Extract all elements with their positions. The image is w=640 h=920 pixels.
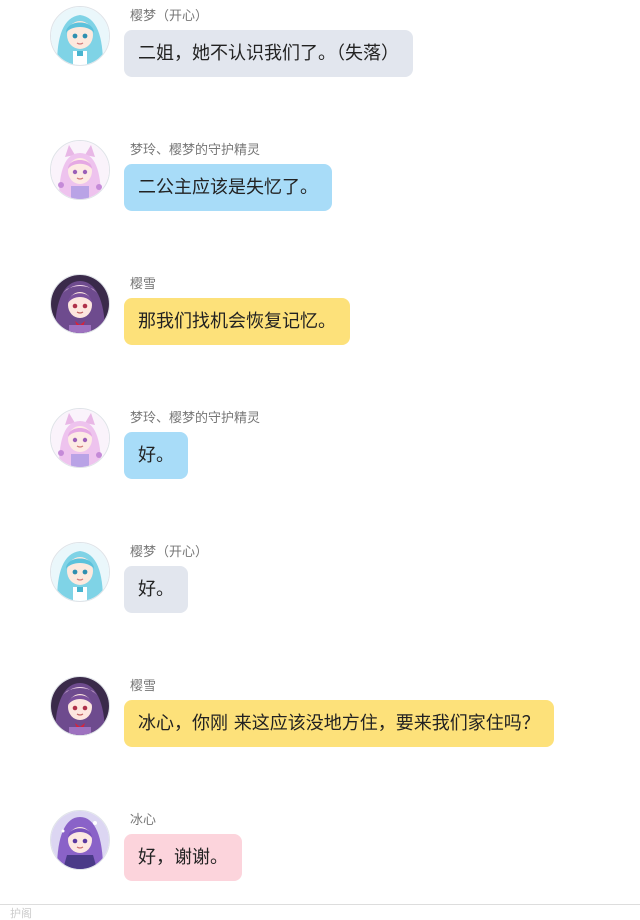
cyan-twin-tail-girl-avatar[interactable] <box>50 6 110 66</box>
speaker-name: 樱雪 <box>130 679 157 694</box>
message-bubble[interactable]: 好。 <box>124 566 188 613</box>
speaker-name: 梦玲、樱梦的守护精灵 <box>130 143 261 158</box>
pink-cat-ear-girl-avatar[interactable] <box>50 408 110 468</box>
pink-cat-ear-girl-avatar[interactable] <box>50 140 110 200</box>
purple-hair-girl-avatar[interactable] <box>50 274 110 334</box>
speaker-name: 樱雪 <box>130 277 157 292</box>
message-bubble[interactable]: 二姐，她不认识我们了。（失落） <box>124 30 413 77</box>
speaker-name: 樱梦（开心） <box>130 9 209 24</box>
cyan-twin-tail-girl-avatar[interactable] <box>50 542 110 602</box>
footer-divider <box>0 904 640 905</box>
violet-hair-girl-avatar[interactable] <box>50 810 110 870</box>
message-bubble[interactable]: 好，谢谢。 <box>124 834 242 881</box>
speaker-name: 樱梦（开心） <box>130 545 209 560</box>
message-bubble[interactable]: 冰心，你刚 来这应该没地方住，要来我们家住吗？ <box>124 700 554 747</box>
speaker-name: 冰心 <box>130 813 157 828</box>
speaker-name: 梦玲、樱梦的守护精灵 <box>130 411 261 426</box>
purple-hair-girl-avatar[interactable] <box>50 676 110 736</box>
chat-log: 樱梦（开心） 二姐，她不认识我们了。（失落） 梦玲、樱梦的守护精灵 二公主应该是… <box>0 0 640 904</box>
footer-watermark: 护阁 <box>10 907 32 920</box>
message-bubble[interactable]: 二公主应该是失忆了。 <box>124 164 332 211</box>
message-bubble[interactable]: 好。 <box>124 432 188 479</box>
message-bubble[interactable]: 那我们找机会恢复记忆。 <box>124 298 350 345</box>
